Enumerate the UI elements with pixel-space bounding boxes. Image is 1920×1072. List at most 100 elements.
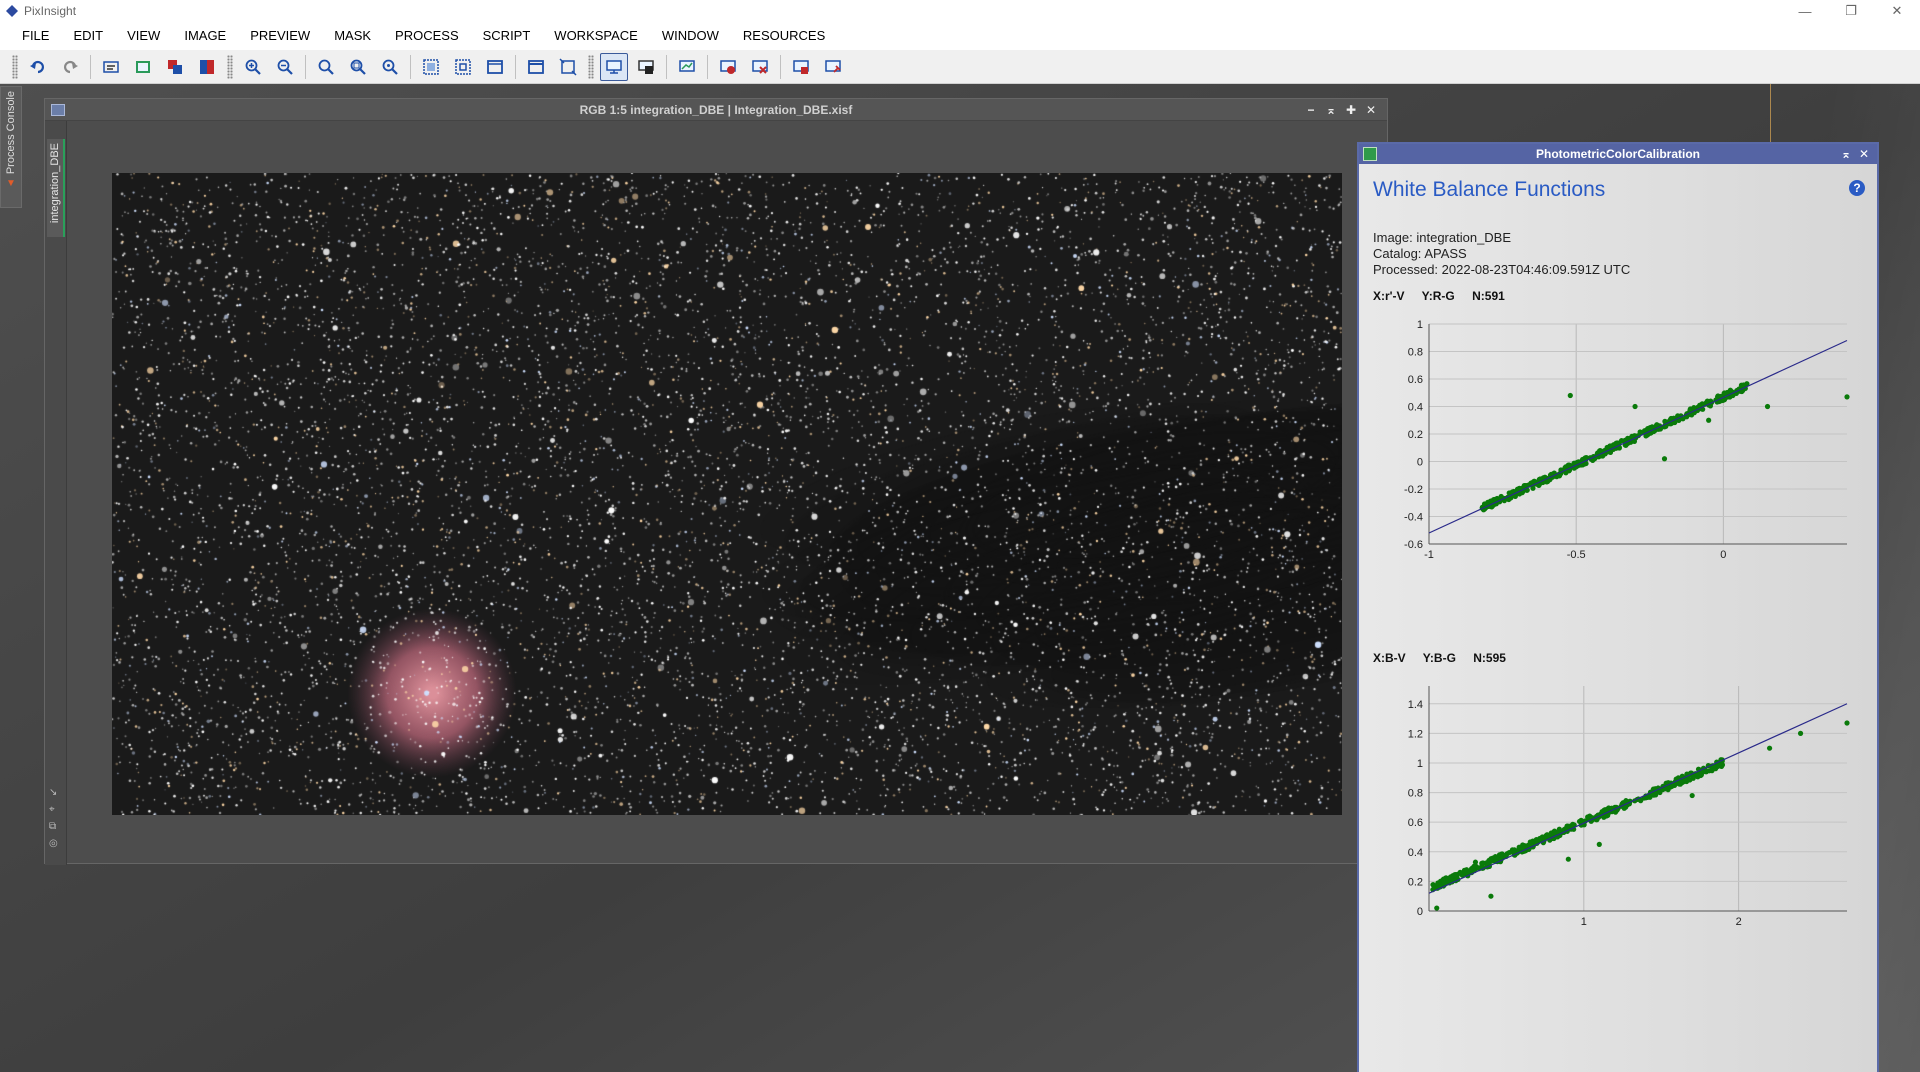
data-point — [1715, 763, 1721, 770]
data-point — [1452, 872, 1458, 878]
pcc-titlebar[interactable]: PhotometricColorCalibration ⌅ ✕ — [1359, 144, 1877, 164]
pcc-shade-button[interactable]: ⌅ — [1837, 147, 1855, 161]
stf-reset-button[interactable] — [746, 53, 774, 81]
plot1-chart: -1 -0.5 0 -0.6 -0.4 -0.2 0 0.2 0.4 0.6 0.8 1 — [1404, 319, 1850, 561]
zoom-actual-icon — [318, 59, 334, 75]
x-tick-label: 1 — [1581, 916, 1587, 928]
zoom-in-button[interactable] — [239, 53, 267, 81]
menu-image[interactable]: IMAGE — [172, 22, 238, 50]
plot1-caption: X:r'-V Y:R-G N:591 — [1373, 289, 1519, 303]
zoom-1-1-button[interactable] — [312, 53, 340, 81]
mask-icon — [793, 59, 809, 74]
plot2-chart: 1 2 0 0.2 0.4 0.6 0.8 1 1.2 1.4 — [1408, 686, 1850, 928]
image-maximize-button[interactable]: ✚ — [1341, 103, 1361, 117]
mask-show-button[interactable] — [787, 53, 815, 81]
data-point — [1638, 798, 1644, 804]
pcc-metadata: Image: integration_DBE Catalog: APASS Pr… — [1373, 230, 1630, 278]
mask-invert-icon — [825, 59, 841, 73]
fit-view-button[interactable] — [417, 53, 445, 81]
data-point — [1565, 856, 1571, 862]
close-button[interactable]: ✕ — [1874, 0, 1920, 22]
data-point — [1578, 817, 1584, 823]
crosshair-icon[interactable]: ⌖ — [49, 804, 58, 815]
photometric-color-calibration-window[interactable]: PhotometricColorCalibration ⌅ ✕ White Ba… — [1357, 142, 1879, 1072]
meta-processed: Processed: 2022-08-23T04:46:09.591Z UTC — [1373, 262, 1631, 277]
plot1-y-label: Y:R-G — [1421, 289, 1455, 303]
image-minimize-button[interactable]: − — [1301, 103, 1321, 117]
toolbar-grip[interactable] — [12, 54, 18, 79]
display-mode-button[interactable] — [600, 52, 628, 81]
x-tick-label: -1 — [1424, 549, 1434, 561]
image-window[interactable]: RGB 1:5 integration_DBE | Integration_DB… — [44, 98, 1388, 865]
mask-invert-button[interactable] — [819, 53, 847, 81]
display-channel-icon — [638, 59, 654, 74]
stf-icon — [679, 59, 695, 72]
workspace: Process Console ▼ RGB 1:5 integration_DB… — [0, 84, 1920, 1072]
menu-preview[interactable]: PREVIEW — [238, 22, 322, 50]
y-tick-label: 0.6 — [1408, 817, 1423, 829]
astro-image-view[interactable] — [112, 173, 1342, 815]
channel-button[interactable] — [193, 53, 221, 81]
new-preview-button[interactable] — [481, 53, 509, 81]
help-icon[interactable]: ? — [1849, 180, 1865, 196]
y-tick-label: 0 — [1417, 906, 1423, 918]
minimize-button[interactable]: — — [1782, 0, 1828, 22]
data-point — [1708, 767, 1714, 774]
menu-file[interactable]: FILE — [10, 22, 61, 50]
image-window-titlebar[interactable]: RGB 1:5 integration_DBE | Integration_DB… — [45, 99, 1387, 121]
zoom-fit-button[interactable] — [344, 53, 372, 81]
app-title: PixInsight — [24, 4, 77, 18]
toolbar-grip[interactable] — [588, 54, 594, 79]
fit-line — [1428, 339, 1848, 534]
menu-mask[interactable]: MASK — [322, 22, 383, 50]
full-view-button[interactable] — [554, 53, 582, 81]
menu-window[interactable]: WINDOW — [650, 22, 731, 50]
plot1-n-label: N:591 — [1472, 289, 1505, 303]
y-tick-label: 0.4 — [1408, 847, 1423, 859]
image-close-button[interactable]: ✕ — [1361, 103, 1381, 117]
image-shade-button[interactable]: ⌅ — [1321, 103, 1341, 117]
window-icon — [528, 59, 544, 74]
toolbar-separator — [305, 54, 306, 79]
window-controls: — ❐ ✕ — [1782, 0, 1920, 22]
undo-button[interactable] — [24, 53, 52, 81]
menu-script[interactable]: SCRIPT — [471, 22, 543, 50]
y-tick-label: 0.2 — [1408, 429, 1423, 441]
menu-view[interactable]: VIEW — [115, 22, 172, 50]
zoom-out-button[interactable] — [271, 53, 299, 81]
menu-resources[interactable]: RESOURCES — [731, 22, 837, 50]
starfield-canvas — [112, 173, 1342, 815]
target-icon[interactable]: ◎ — [49, 838, 58, 849]
y-tick-label: 0.2 — [1408, 876, 1423, 888]
stf-auto-button[interactable] — [714, 53, 742, 81]
data-point — [1544, 832, 1550, 838]
toolbar-separator — [410, 54, 411, 79]
data-point — [1527, 839, 1533, 845]
select-view-button[interactable] — [449, 53, 477, 81]
display-channel-button[interactable] — [632, 53, 660, 81]
select-icon — [455, 58, 471, 75]
screen-transfer-button[interactable] — [673, 53, 701, 81]
toolbar-separator — [666, 54, 667, 79]
view-tab-integration-dbe[interactable]: integration_DBE — [47, 139, 65, 237]
data-point — [1706, 417, 1712, 423]
arrow-down-right-icon[interactable]: ↘ — [49, 787, 58, 798]
pcc-close-button[interactable]: ✕ — [1855, 147, 1873, 161]
y-tick-label: 1.4 — [1408, 699, 1423, 711]
pan-mode-button[interactable] — [522, 53, 550, 81]
data-point — [1596, 841, 1602, 847]
process-console-tab[interactable]: Process Console ▼ — [0, 86, 22, 208]
menu-edit[interactable]: EDIT — [61, 22, 115, 50]
data-point — [1632, 403, 1638, 410]
color-button[interactable] — [161, 53, 189, 81]
restore-button[interactable]: ❐ — [1828, 0, 1874, 22]
image-info-button[interactable] — [97, 53, 125, 81]
open-image-button[interactable] — [129, 53, 157, 81]
zoom-optimal-button[interactable] — [376, 53, 404, 81]
toolbar-grip[interactable] — [227, 54, 233, 79]
menu-process[interactable]: PROCESS — [383, 22, 471, 50]
image-window-controls: − ⌅ ✚ ✕ — [1301, 99, 1381, 121]
copy-icon[interactable]: ⧉ — [49, 821, 58, 832]
redo-button[interactable] — [56, 53, 84, 81]
menu-workspace[interactable]: WORKSPACE — [542, 22, 650, 50]
